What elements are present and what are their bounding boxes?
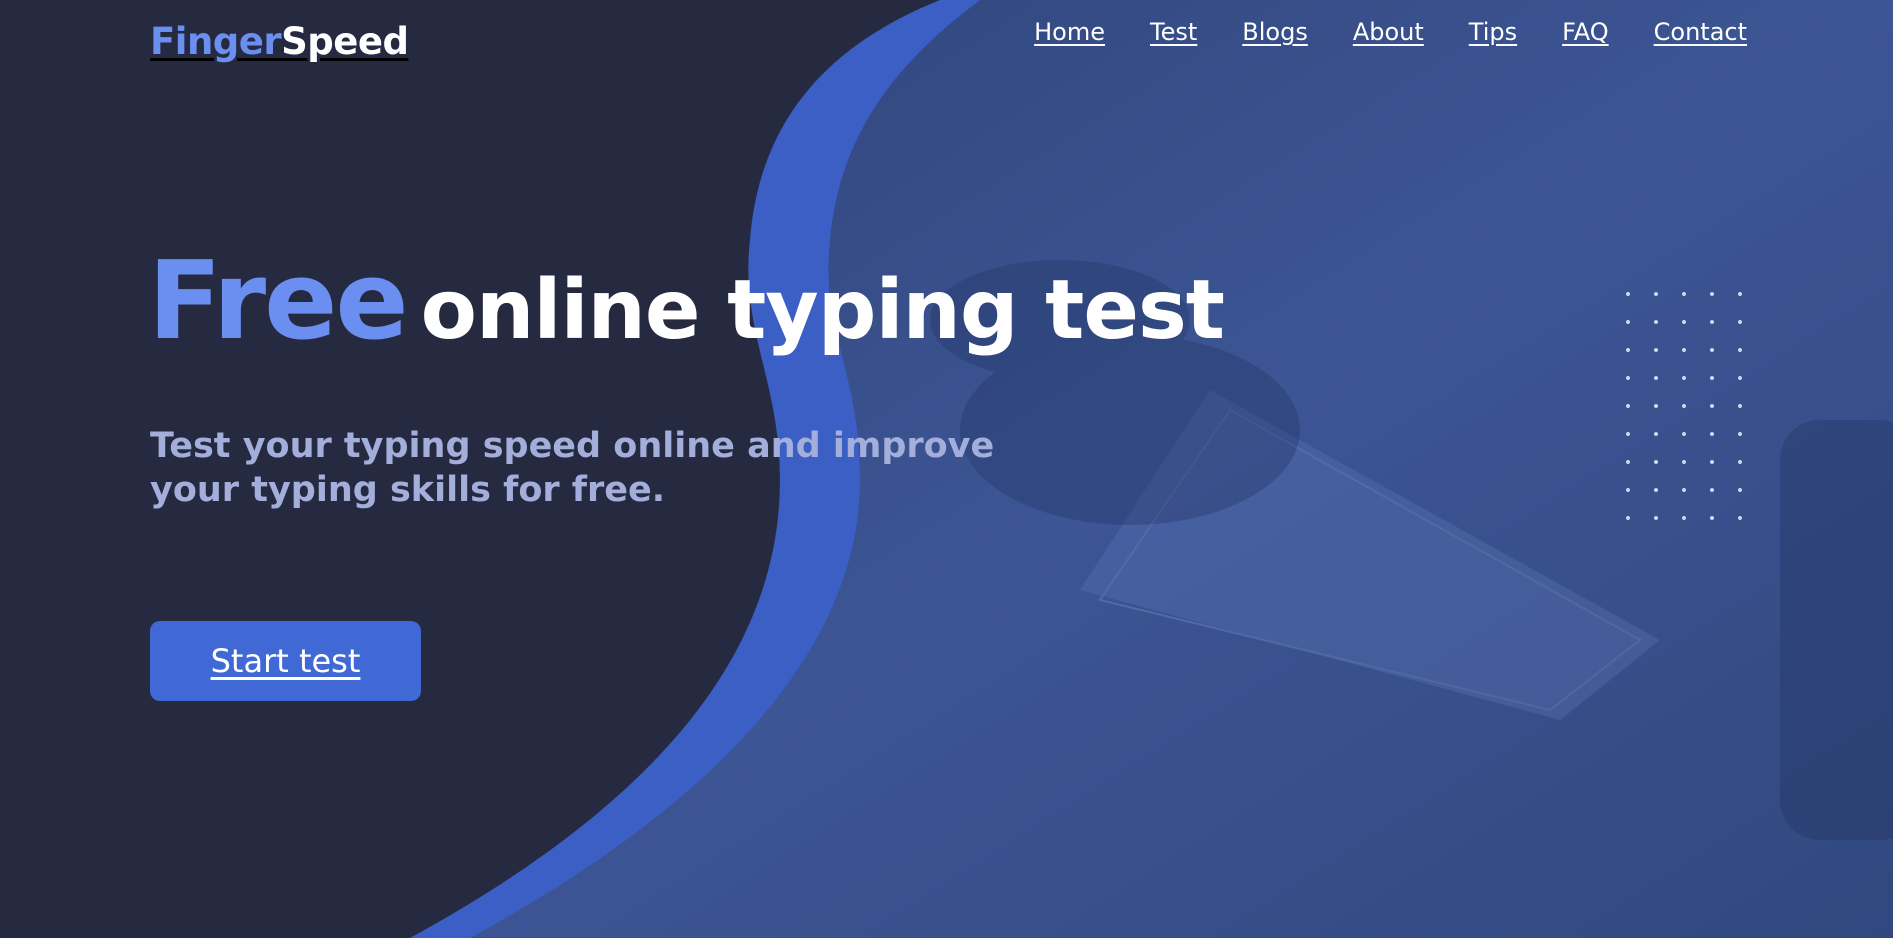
hero-subtitle: Test your typing speed online and improv… [150,426,995,510]
mug-image [1780,420,1893,840]
brand-logo-part-b: Speed [281,20,409,63]
headline-accent: Free [148,239,409,364]
nav-tips[interactable]: Tips [1469,18,1517,46]
brand-logo[interactable]: FingerSpeed [150,20,409,63]
start-test-button[interactable]: Start test [150,621,421,701]
nav-contact[interactable]: Contact [1654,18,1747,46]
brand-logo-part-a: Finger [150,20,282,63]
nav-blogs[interactable]: Blogs [1242,18,1308,46]
headline-main: online typing test [420,263,1225,358]
nav-test[interactable]: Test [1150,18,1197,46]
main-nav: Home Test Blogs About Tips FAQ Contact [1034,18,1747,46]
nav-faq[interactable]: FAQ [1562,18,1609,46]
hero-headline: Free online typing test [148,248,1225,358]
nav-about[interactable]: About [1353,18,1424,46]
dot-grid-decoration [1614,280,1764,540]
nav-home[interactable]: Home [1034,18,1105,46]
